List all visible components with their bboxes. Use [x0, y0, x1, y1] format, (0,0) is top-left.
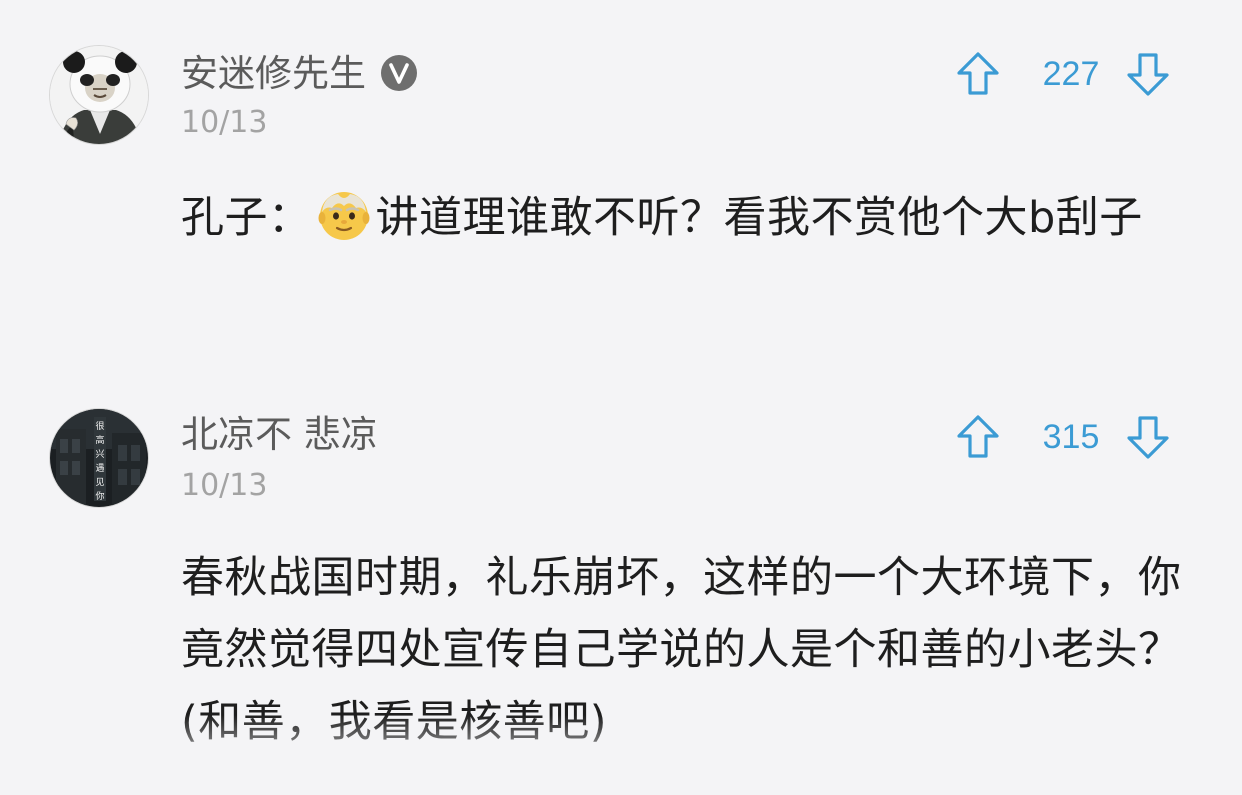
comment-text: 春秋战国时期，礼乐崩坏，这样的一个大环境下，你竟然觉得四处宣传自己学说的人是个和…	[181, 553, 1182, 747]
signage-glyph: 你	[95, 490, 104, 502]
username[interactable]: 北凉不 悲凉	[181, 416, 378, 453]
signage-glyph: 见	[95, 477, 104, 488]
user-avatar[interactable]: 很 高 兴 遇 见 你	[49, 408, 149, 508]
vote-control: 315	[955, 414, 1171, 460]
comment-date: 10/13	[181, 468, 268, 503]
signage-glyph: 高	[95, 434, 104, 446]
username-text: 北凉不 悲凉	[181, 413, 378, 456]
signage-glyph: 很	[95, 420, 104, 432]
vote-count: 315	[1042, 418, 1100, 456]
signage-glyph: 遇	[95, 463, 104, 474]
comment-item: 很 高 兴 遇 见 你 北凉不 悲凉 10/13 315 春秋战国时期，礼乐崩坏…	[0, 0, 1242, 795]
night-building-avatar-icon: 很 高 兴 遇 见 你	[50, 409, 148, 507]
downvote-arrow-icon[interactable]	[1125, 414, 1171, 460]
signage-glyph: 兴	[95, 449, 104, 460]
upvote-arrow-icon[interactable]	[955, 414, 1001, 460]
